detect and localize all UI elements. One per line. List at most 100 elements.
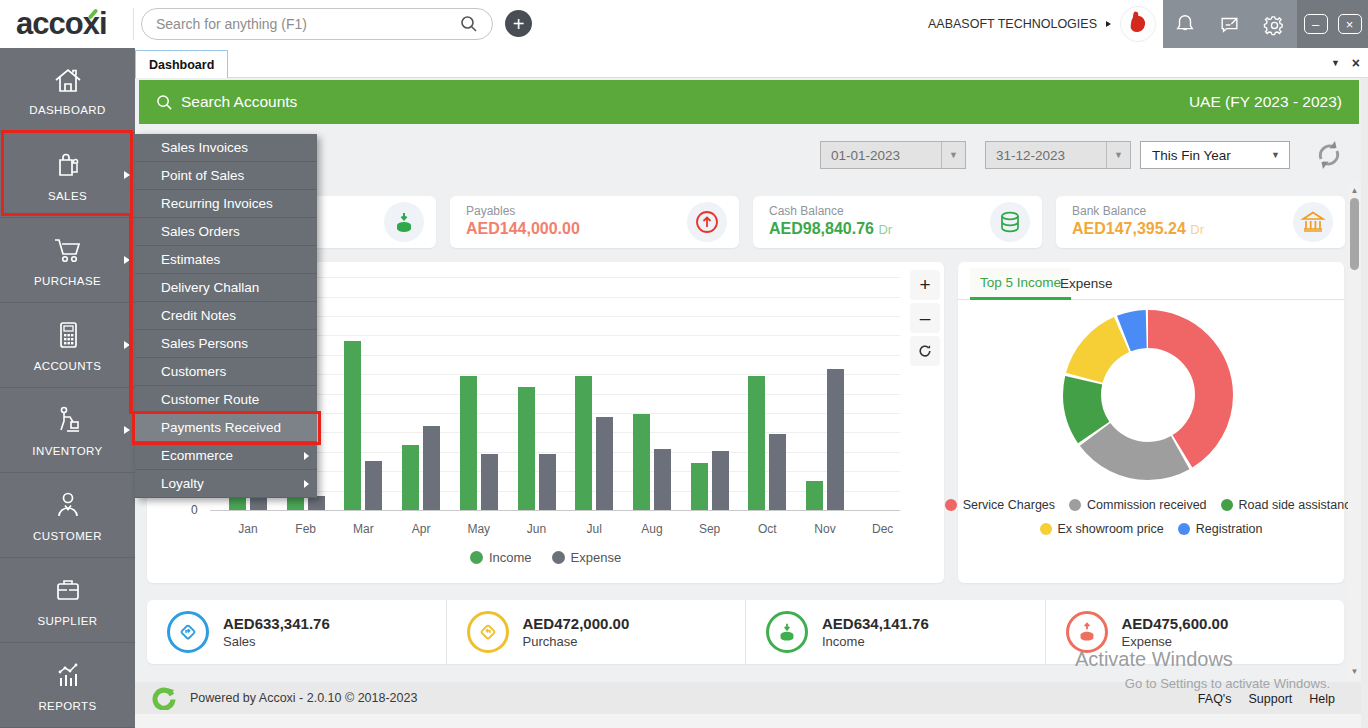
company-avatar[interactable] [1120, 6, 1156, 42]
donut-legend-row1: Service ChargesCommission receivedRoad s… [958, 498, 1344, 512]
expand-arrow-icon [124, 171, 130, 179]
menu-item-ecommerce[interactable]: Ecommerce [135, 442, 317, 470]
calendar-dropdown-icon[interactable]: ▼ [941, 142, 965, 168]
close-button[interactable]: × [1338, 14, 1362, 34]
bar-expense-Jun [539, 454, 556, 510]
refresh-icon[interactable] [1311, 137, 1347, 173]
legend-dot [552, 551, 565, 564]
x-axis-label: May [449, 522, 509, 536]
company-name[interactable]: AABASOFT TECHNOLOGIES [928, 17, 1097, 31]
x-axis-label: Mar [333, 522, 393, 536]
payables-card[interactable]: Payables AED144,000.00 [450, 196, 739, 248]
top5-panel: Top 5 Income Expense Service ChargesComm… [958, 262, 1344, 583]
donut-legend-ex-showroom-price: Ex showroom price [1040, 522, 1164, 536]
messages-icon[interactable] [1218, 13, 1241, 35]
x-axis-label: Nov [795, 522, 855, 536]
bag-icon [51, 149, 85, 181]
expense-coin-icon [1066, 611, 1108, 653]
fiscal-year-label: UAE (FY 2023 - 2023) [1189, 93, 1342, 111]
scroll-up-icon[interactable]: ▲ [1348, 184, 1361, 197]
vertical-scrollbar[interactable]: ▲ ▼ [1348, 182, 1361, 680]
top5-income-donut-chart [1048, 295, 1248, 495]
footer-link-help[interactable]: Help [1309, 692, 1335, 706]
cash-balance-card[interactable]: Cash Balance AED98,840.76 Dr [753, 196, 1042, 248]
menu-item-point-of-sales[interactable]: Point of Sales [135, 162, 317, 190]
menu-item-loyalty[interactable]: Loyalty [135, 470, 317, 498]
expand-arrow-icon [124, 341, 130, 349]
chart-refresh-button[interactable] [910, 336, 940, 366]
tab-list-dropdown-icon[interactable]: ▼ [1331, 58, 1340, 68]
coins-stack-icon [990, 202, 1030, 242]
quick-add-button[interactable]: + [505, 10, 532, 37]
sales-route-icon [167, 611, 209, 653]
cart-icon [50, 234, 86, 266]
settings-gear-icon[interactable] [1263, 13, 1286, 36]
bar-income-May [460, 376, 477, 510]
bar-expense-Feb [308, 496, 325, 510]
menu-item-credit-notes[interactable]: Credit Notes [135, 302, 317, 330]
footer-link-faqs[interactable]: FAQ's [1198, 692, 1232, 706]
period-select[interactable]: This Fin Year ▼ [1140, 141, 1290, 169]
global-search-input[interactable]: Search for anything (F1) [141, 8, 493, 40]
tab-dashboard[interactable]: Dashboard [135, 50, 228, 78]
person-icon [51, 489, 85, 521]
minimize-button[interactable]: – [1304, 14, 1328, 34]
from-date-input[interactable]: 01-01-2023 ▼ [820, 141, 966, 169]
bar-income-Sep [691, 463, 708, 510]
zoom-out-button[interactable]: – [910, 303, 940, 333]
menu-item-customers[interactable]: Customers [135, 358, 317, 386]
menu-item-delivery-challan[interactable]: Delivery Challan [135, 274, 317, 302]
legend-dot [1040, 523, 1052, 535]
sidebar-item-dashboard[interactable]: DASHBOARD [0, 48, 135, 133]
top-bar: accoxi Search for anything (F1) + AABASO… [0, 0, 1368, 48]
x-axis-label: Jun [507, 522, 567, 536]
bank-balance-card[interactable]: Bank Balance AED147,395.24 Dr [1056, 196, 1345, 248]
expand-arrow-icon [124, 426, 130, 434]
calculator-icon [51, 319, 85, 351]
sidebar-item-purchase[interactable]: PURCHASE [0, 218, 135, 303]
to-date-input[interactable]: 31-12-2023 ▼ [985, 141, 1131, 169]
bar-expense-Sep [712, 451, 729, 510]
menu-item-sales-invoices[interactable]: Sales Invoices [135, 134, 317, 162]
company-expand-icon[interactable] [1106, 21, 1111, 27]
menu-item-payments-received[interactable]: Payments Received [135, 414, 317, 442]
menu-item-sales-persons[interactable]: Sales Persons [135, 330, 317, 358]
calendar-dropdown-icon[interactable]: ▼ [1106, 142, 1130, 168]
sidebar-item-supplier[interactable]: SUPPLIER [0, 558, 135, 643]
total-income: AED634,141.76Income [746, 600, 1046, 664]
total-purchase: AED472,000.00Purchase [447, 600, 747, 664]
tab-top5-expense[interactable]: Expense [1060, 268, 1113, 298]
sidebar-item-inventory[interactable]: INVENTORY [0, 388, 135, 473]
bar-income-Jun [518, 387, 535, 510]
bar-income-Aug [633, 414, 650, 510]
sidebar-item-reports[interactable]: REPORTS [0, 643, 135, 728]
y-axis-zero-label: 0 [191, 503, 198, 517]
menu-item-sales-orders[interactable]: Sales Orders [135, 218, 317, 246]
activate-windows-hint: Go to Settings to activate Windows. [1125, 676, 1330, 691]
sales-flyout-menu: Sales InvoicesPoint of SalesRecurring In… [135, 134, 317, 498]
scroll-down-icon[interactable]: ▼ [1348, 665, 1361, 678]
menu-item-recurring-invoices[interactable]: Recurring Invoices [135, 190, 317, 218]
submenu-arrow-icon [304, 452, 309, 460]
donut-legend-row2: Ex showroom price Registration [958, 522, 1344, 536]
tab-close-icon[interactable]: × [1352, 55, 1360, 71]
sidebar-item-customer[interactable]: CUSTOMER [0, 473, 135, 558]
footer-link-support[interactable]: Support [1249, 692, 1293, 706]
sidebar-item-sales[interactable]: SALES [0, 133, 135, 218]
donut-legend-registration: Registration [1178, 522, 1263, 536]
search-accounts-bar[interactable]: Search Accounts UAE (FY 2023 - 2023) [139, 80, 1359, 124]
briefcase-icon [51, 574, 85, 606]
zoom-in-button[interactable]: + [910, 270, 940, 300]
notifications-icon[interactable] [1174, 13, 1196, 35]
x-axis-label: Sep [680, 522, 740, 536]
x-axis-label: Oct [737, 522, 797, 536]
sidebar-item-accounts[interactable]: ACCOUNTS [0, 303, 135, 388]
search-icon[interactable] [460, 15, 478, 33]
menu-item-customer-route[interactable]: Customer Route [135, 386, 317, 414]
scrollbar-thumb[interactable] [1350, 198, 1359, 270]
x-axis-label: Apr [391, 522, 451, 536]
bar-income-Nov [806, 481, 823, 510]
search-placeholder: Search for anything (F1) [156, 16, 460, 32]
x-axis-label: Feb [276, 522, 336, 536]
menu-item-estimates[interactable]: Estimates [135, 246, 317, 274]
